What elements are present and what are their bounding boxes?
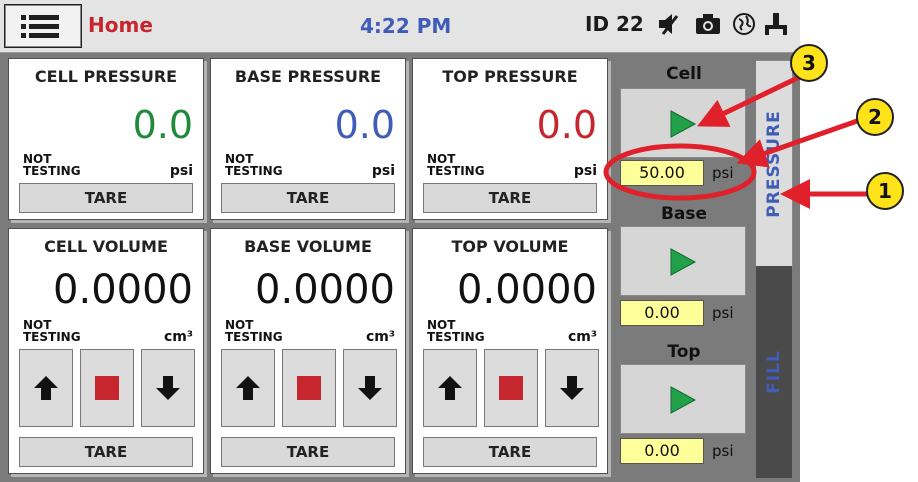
callout-2-arrow [736,117,861,168]
callout-3-arrow [696,69,812,127]
callout-2: 2 [856,98,894,136]
annotation-overlay [603,69,872,209]
setpoint-highlight-ellipse [603,143,757,201]
callout-3: 3 [790,44,828,82]
callout-1: 1 [866,172,904,210]
